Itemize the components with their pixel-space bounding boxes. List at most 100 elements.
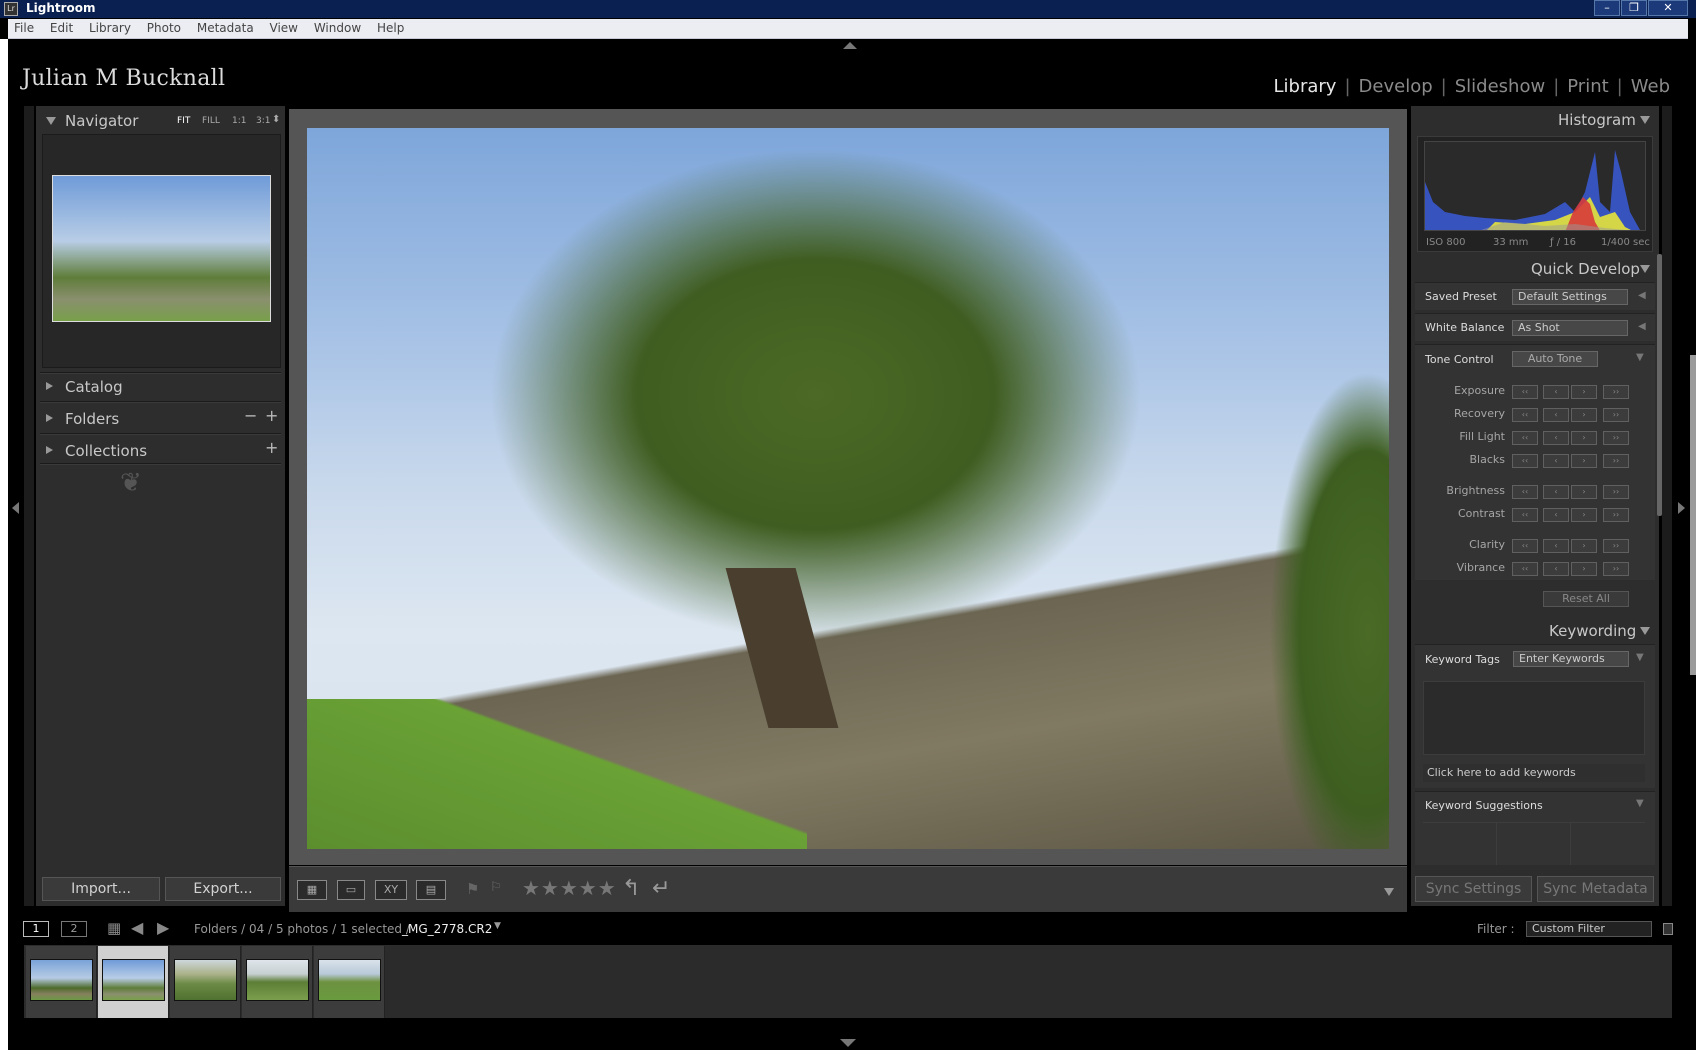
filmstrip-source-path[interactable]: Folders / 04 / 5 photos / 1 selected / <box>194 922 410 936</box>
tone-control-expand-icon[interactable]: ▼ <box>1636 352 1644 363</box>
large-increase-button[interactable]: ›› <box>1603 454 1629 468</box>
menu-edit[interactable]: Edit <box>44 19 79 37</box>
small-decrease-button[interactable]: ‹ <box>1543 408 1569 422</box>
keyword-tags-expand-icon[interactable]: ▼ <box>1636 652 1644 663</box>
large-increase-button[interactable]: ›› <box>1603 485 1629 499</box>
menu-metadata[interactable]: Metadata <box>191 19 260 37</box>
main-photo[interactable] <box>307 128 1389 849</box>
rotate-right-icon[interactable]: ↵ <box>652 876 670 901</box>
keywording-collapse-icon[interactable] <box>1640 627 1650 635</box>
compare-view-icon[interactable]: XY <box>375 880 407 900</box>
small-decrease-button[interactable]: ‹ <box>1543 454 1569 468</box>
quick-develop-collapse-icon[interactable] <box>1640 265 1650 273</box>
large-decrease-button[interactable]: ‹‹ <box>1512 562 1538 576</box>
small-increase-button[interactable]: › <box>1571 385 1597 399</box>
large-decrease-button[interactable]: ‹‹ <box>1512 485 1538 499</box>
large-decrease-button[interactable]: ‹‹ <box>1512 454 1538 468</box>
module-slideshow[interactable]: Slideshow <box>1455 76 1545 97</box>
menu-photo[interactable]: Photo <box>141 19 187 37</box>
large-increase-button[interactable]: ›› <box>1603 562 1629 576</box>
catalog-expand-icon[interactable] <box>46 382 53 390</box>
catalog-panel-header[interactable]: Catalog <box>65 378 123 396</box>
module-web[interactable]: Web <box>1631 76 1670 97</box>
selected-filename[interactable]: _MG_2778.CR2 <box>402 922 492 936</box>
left-panel-toggle-icon[interactable] <box>12 502 19 514</box>
grid-view-icon[interactable]: ▦ <box>297 880 327 900</box>
rating-stars[interactable]: ★★★★★ <box>522 876 617 900</box>
navigator-collapse-icon[interactable] <box>46 117 56 125</box>
large-decrease-button[interactable]: ‹‹ <box>1512 385 1538 399</box>
saved-preset-select[interactable]: Default Settings <box>1512 289 1628 305</box>
collections-add-icon[interactable]: + <box>265 438 278 457</box>
add-keywords-input[interactable]: Click here to add keywords <box>1423 764 1645 782</box>
filter-lock-icon[interactable] <box>1663 923 1673 935</box>
right-panel-toggle-icon[interactable] <box>1678 502 1685 514</box>
forward-arrow-icon[interactable]: ▶ <box>157 918 169 937</box>
keyword-tags-text-area[interactable] <box>1423 681 1645 755</box>
bottom-panel-toggle-icon[interactable] <box>840 1039 856 1047</box>
main-screen-button[interactable]: 1 <box>23 921 49 937</box>
small-increase-button[interactable]: › <box>1571 562 1597 576</box>
filter-select[interactable]: Custom Filter <box>1526 921 1652 937</box>
toolbar-content-menu-icon[interactable] <box>1384 888 1394 896</box>
large-decrease-button[interactable]: ‹‹ <box>1512 431 1538 445</box>
collections-panel-header[interactable]: Collections <box>65 442 147 460</box>
nav-3to1-option[interactable]: 3:1 <box>256 116 270 126</box>
menu-window[interactable]: Window <box>308 19 367 37</box>
filmstrip-thumb[interactable] <box>170 946 241 1018</box>
small-increase-button[interactable]: › <box>1571 508 1597 522</box>
nav-1to1-option[interactable]: 1:1 <box>232 116 246 126</box>
menu-help[interactable]: Help <box>371 19 410 37</box>
reset-all-button[interactable]: Reset All <box>1543 591 1629 607</box>
large-increase-button[interactable]: ›› <box>1603 431 1629 445</box>
minimize-icon[interactable]: – <box>1594 0 1620 16</box>
nav-zoom-stepper-icon[interactable]: ⬍ <box>272 114 280 125</box>
module-develop[interactable]: Develop <box>1359 76 1433 97</box>
large-increase-button[interactable]: ›› <box>1603 408 1629 422</box>
small-increase-button[interactable]: › <box>1571 485 1597 499</box>
filmstrip-thumb-selected[interactable] <box>98 946 169 1018</box>
filename-dropdown-icon[interactable]: ▼ <box>494 921 501 931</box>
small-decrease-button[interactable]: ‹ <box>1543 485 1569 499</box>
module-library[interactable]: Library <box>1274 76 1337 97</box>
large-decrease-button[interactable]: ‹‹ <box>1512 408 1538 422</box>
export-button[interactable]: Export... <box>165 877 281 901</box>
small-increase-button[interactable]: › <box>1571 431 1597 445</box>
keyword-tags-select[interactable]: Enter Keywords <box>1513 651 1629 667</box>
auto-tone-button[interactable]: Auto Tone <box>1512 351 1598 367</box>
large-increase-button[interactable]: ›› <box>1603 508 1629 522</box>
large-decrease-button[interactable]: ‹‹ <box>1512 539 1538 553</box>
small-increase-button[interactable]: › <box>1571 539 1597 553</box>
keywording-title[interactable]: Keywording <box>1549 622 1636 640</box>
small-decrease-button[interactable]: ‹ <box>1543 562 1569 576</box>
second-screen-button[interactable]: 2 <box>61 921 87 937</box>
folders-expand-icon[interactable] <box>46 414 53 422</box>
filmstrip-thumb[interactable] <box>26 946 97 1018</box>
top-panel-toggle-icon[interactable] <box>843 42 857 49</box>
small-decrease-button[interactable]: ‹ <box>1543 539 1569 553</box>
large-increase-button[interactable]: ›› <box>1603 539 1629 553</box>
small-decrease-button[interactable]: ‹ <box>1543 385 1569 399</box>
keyword-suggestions-expand-icon[interactable]: ▼ <box>1636 798 1644 809</box>
survey-view-icon[interactable]: ▤ <box>416 880 446 900</box>
nav-fit-option[interactable]: FIT <box>177 116 190 126</box>
menu-view[interactable]: View <box>264 19 304 37</box>
back-arrow-icon[interactable]: ◀ <box>131 918 143 937</box>
collections-expand-icon[interactable] <box>46 446 53 454</box>
restore-icon[interactable]: ❐ <box>1621 0 1647 16</box>
white-balance-expand-icon[interactable]: ◀ <box>1638 321 1646 332</box>
white-balance-select[interactable]: As Shot <box>1512 320 1628 336</box>
saved-preset-expand-icon[interactable]: ◀ <box>1638 290 1646 301</box>
small-increase-button[interactable]: › <box>1571 408 1597 422</box>
quick-develop-title[interactable]: Quick Develop <box>1531 260 1640 278</box>
histogram-collapse-icon[interactable] <box>1640 116 1650 124</box>
small-increase-button[interactable]: › <box>1571 454 1597 468</box>
sync-metadata-button[interactable]: Sync Metadata <box>1537 876 1654 902</box>
large-increase-button[interactable]: ›› <box>1603 385 1629 399</box>
grid-view-icon-small[interactable]: ▦ <box>107 919 121 937</box>
reject-flag-icon[interactable]: ⚐ <box>490 880 502 895</box>
import-button[interactable]: Import... <box>42 877 160 901</box>
flag-icon[interactable]: ⚑ <box>466 880 479 898</box>
small-decrease-button[interactable]: ‹ <box>1543 431 1569 445</box>
module-print[interactable]: Print <box>1567 76 1608 97</box>
